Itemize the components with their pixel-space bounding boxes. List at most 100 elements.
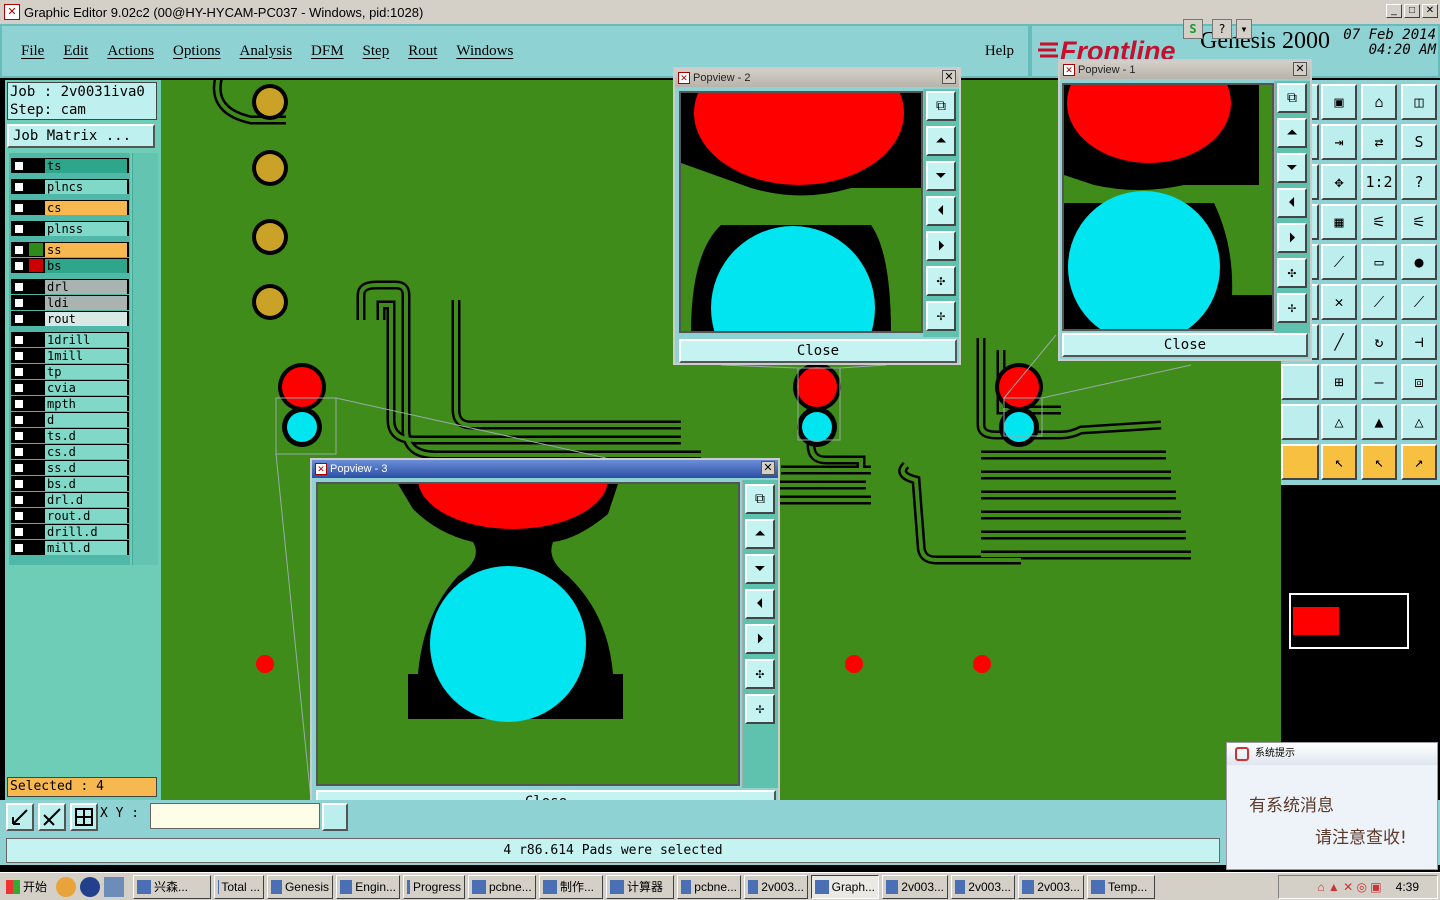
help-icon[interactable]: ?: [1212, 19, 1232, 39]
flip-icon[interactable]: ⇄: [1361, 124, 1397, 160]
layer-checkbox[interactable]: [13, 365, 25, 378]
taskbar-item[interactable]: Total ...: [214, 874, 264, 899]
menu-options[interactable]: Options: [173, 43, 221, 60]
layer-row-ts[interactable]: ts: [11, 158, 129, 173]
taskbar-item[interactable]: Progress: [403, 874, 465, 899]
layer-row-plncs[interactable]: plncs: [11, 179, 129, 194]
taskbar-item[interactable]: 计算器: [606, 874, 674, 899]
menu-file[interactable]: File: [21, 43, 44, 60]
grid-icon[interactable]: [70, 803, 98, 831]
popview-3-view[interactable]: [316, 482, 740, 786]
export-icon[interactable]: ⇥: [1321, 124, 1357, 160]
pan-left-icon[interactable]: ⏴: [745, 589, 775, 619]
help-icon[interactable]: ?: [1401, 164, 1437, 200]
coord-toggle-icon[interactable]: [322, 803, 348, 831]
zoom-out-icon[interactable]: ✢: [926, 301, 956, 331]
taskbar-item[interactable]: Engin...: [336, 874, 400, 899]
pan-down-icon[interactable]: ⏷: [745, 554, 775, 584]
popview-2[interactable]: ✕ Popview - 2 ✕ ⧉ ⏶ ⏷ ⏴ ⏵ ✣ ✢ Close: [673, 67, 961, 365]
quicklaunch-desktop-icon[interactable]: [104, 876, 124, 897]
layer-row-drill-d[interactable]: drill.d: [11, 524, 129, 539]
menu-edit[interactable]: Edit: [63, 43, 88, 60]
popview-1-titlebar[interactable]: ✕ Popview - 1 ✕: [1060, 61, 1310, 79]
layer-row-rout[interactable]: rout: [11, 311, 129, 326]
triangle-icon[interactable]: ▲: [1361, 404, 1397, 440]
pan-right-icon[interactable]: ⏵: [1277, 223, 1307, 253]
menu-windows[interactable]: Windows: [456, 43, 513, 60]
layer-checkbox[interactable]: [13, 381, 25, 394]
grid-icon[interactable]: ▦: [1321, 204, 1357, 240]
minimize-button[interactable]: _: [1386, 4, 1402, 18]
layer-checkbox[interactable]: [13, 222, 25, 235]
triangle-add-icon[interactable]: △: [1321, 404, 1357, 440]
maximize-button[interactable]: □: [1404, 4, 1420, 18]
layer-checkbox[interactable]: [13, 397, 25, 410]
cursor-arrow-icon[interactable]: ▣: [1321, 84, 1357, 120]
menu-dfm[interactable]: DFM: [311, 43, 344, 60]
skype-icon[interactable]: S: [1183, 19, 1203, 39]
layer-checkbox[interactable]: [13, 159, 25, 172]
popview-1-close-button[interactable]: Close: [1062, 333, 1308, 357]
minus-icon[interactable]: —: [1361, 364, 1397, 400]
popview-3[interactable]: ✕ Popview - 3 ✕ ⧉ ⏶ ⏷ ⏴ ⏵ ✣ ✢ Close: [310, 458, 780, 816]
taskbar-item[interactable]: Temp...: [1087, 874, 1155, 899]
layer-checkbox[interactable]: [13, 201, 25, 214]
layer-checkbox[interactable]: [13, 312, 25, 325]
mini-map[interactable]: [1281, 485, 1440, 740]
pan-right-icon[interactable]: ⏵: [745, 624, 775, 654]
connect-dot-icon[interactable]: ⟋: [1401, 284, 1437, 320]
scale-icon[interactable]: 1:2: [1361, 164, 1397, 200]
rotate-icon[interactable]: ↻: [1361, 324, 1397, 360]
layer-checkbox[interactable]: [13, 429, 25, 442]
layer-checkbox[interactable]: [13, 413, 25, 426]
layer-row-bs[interactable]: bs: [11, 258, 129, 273]
popview-2-view[interactable]: [679, 91, 923, 333]
layer-checkbox[interactable]: [13, 477, 25, 490]
popview-2-titlebar[interactable]: ✕ Popview - 2 ✕: [675, 69, 959, 87]
menu-rout[interactable]: Rout: [408, 43, 437, 60]
align-icon[interactable]: ⊣: [1401, 324, 1437, 360]
connect-line-icon[interactable]: ⟋: [1361, 284, 1397, 320]
zoom-home-icon[interactable]: ⧉: [926, 91, 956, 121]
layer-row-cs[interactable]: cs: [11, 200, 129, 215]
move-icon[interactable]: ✥: [1321, 164, 1357, 200]
layer-checkbox[interactable]: [13, 259, 25, 272]
layer-row-ss-d[interactable]: ss.d: [11, 460, 129, 475]
swap-icon[interactable]: ⧈: [1401, 364, 1437, 400]
taskbar-item[interactable]: 2v003...: [882, 874, 948, 899]
tray-dropdown-icon[interactable]: ▾: [1236, 19, 1252, 39]
layer-row-rout-d[interactable]: rout.d: [11, 508, 129, 523]
tray-icons[interactable]: ⌂ ▲ ✕ ◎ ▣: [1317, 880, 1381, 894]
layer-row-ss[interactable]: ss: [11, 242, 129, 257]
filter-blue-icon[interactable]: ⚟: [1401, 204, 1437, 240]
quicklaunch-clock-icon[interactable]: [56, 876, 76, 897]
select-ruler-icon[interactable]: ↖: [1361, 444, 1397, 480]
layer-row-cs-d[interactable]: cs.d: [11, 444, 129, 459]
popview-1-close-icon[interactable]: ✕: [1293, 62, 1307, 76]
zoom-in-icon[interactable]: ✣: [745, 659, 775, 689]
layer-checkbox[interactable]: [13, 349, 25, 362]
popview-2-close-button[interactable]: Close: [679, 339, 957, 363]
target-icon[interactable]: ●: [1401, 244, 1437, 280]
ruler-icon[interactable]: ▭: [1361, 244, 1397, 280]
measure-icon[interactable]: [38, 803, 66, 831]
select-lasso-icon[interactable]: ↗: [1401, 444, 1437, 480]
pad-add-icon[interactable]: ⊞: [1321, 364, 1357, 400]
pan-up-icon[interactable]: ⏶: [1277, 118, 1307, 148]
xy-input[interactable]: [150, 803, 320, 829]
layer-row-plnss[interactable]: plnss: [11, 221, 129, 236]
system-notification[interactable]: 系统提示 有系统消息 请注意查收!: [1226, 742, 1438, 870]
layer-checkbox[interactable]: [13, 525, 25, 538]
layer-checkbox[interactable]: [13, 541, 25, 554]
layout-icon[interactable]: ◫: [1401, 84, 1437, 120]
popview-1-view[interactable]: [1062, 83, 1274, 331]
cross-icon[interactable]: ✕: [1321, 284, 1357, 320]
layer-checkbox[interactable]: [13, 243, 25, 256]
taskbar-item[interactable]: Genesis: [267, 874, 333, 899]
layer-checkbox[interactable]: [13, 493, 25, 506]
tool-column-0-icon[interactable]: [1281, 364, 1319, 400]
layer-row-ts-d[interactable]: ts.d: [11, 428, 129, 443]
layer-row-tp[interactable]: tp: [11, 364, 129, 379]
quicklaunch-browser-icon[interactable]: [80, 876, 100, 897]
pan-left-icon[interactable]: ⏴: [1277, 188, 1307, 218]
